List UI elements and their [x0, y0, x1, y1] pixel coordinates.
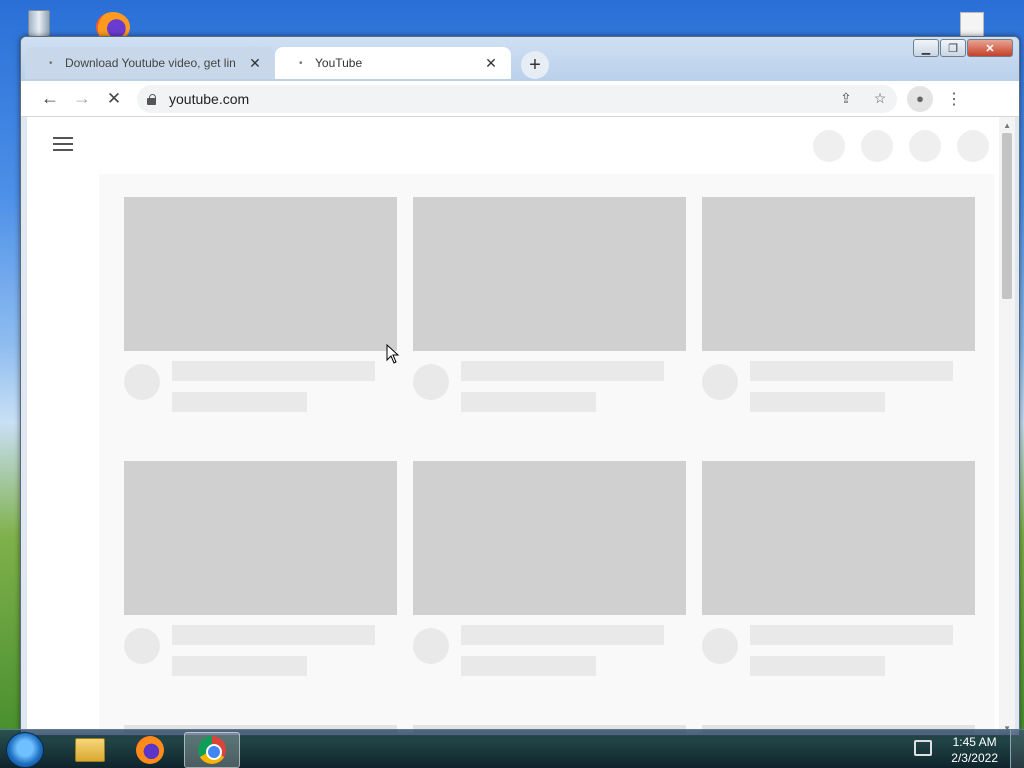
avatar-placeholder: [413, 628, 449, 664]
scroll-up-icon[interactable]: ▲: [1003, 121, 1011, 130]
show-desktop-button[interactable]: [1010, 730, 1024, 768]
system-clock[interactable]: 1:45 AM 2/3/2022: [951, 734, 998, 766]
title-placeholder: [750, 361, 953, 381]
title-placeholder: [172, 625, 375, 645]
clock-date: 2/3/2022: [951, 751, 998, 765]
thumbnail-placeholder: [413, 461, 686, 615]
tab-label: YouTube: [315, 56, 363, 70]
hamburger-menu-icon[interactable]: [53, 137, 73, 153]
share-icon[interactable]: ⇪: [835, 88, 857, 110]
new-tab-button[interactable]: +: [521, 51, 549, 79]
video-card-skeleton: [702, 461, 975, 685]
scrollbar-thumb[interactable]: [1002, 133, 1012, 299]
thumbnail-placeholder: [702, 461, 975, 615]
back-button[interactable]: ←: [35, 84, 65, 114]
network-icon[interactable]: [914, 740, 932, 756]
loading-dot-icon: •: [49, 57, 53, 69]
video-card-skeleton: [413, 197, 686, 421]
video-card-skeleton: [413, 461, 686, 685]
placeholder-circle: [861, 130, 893, 162]
arrow-right-icon: →: [73, 88, 91, 108]
close-icon[interactable]: ✕: [483, 55, 499, 72]
title-placeholder: [461, 625, 664, 645]
restore-icon: ❐: [948, 42, 958, 55]
subtitle-placeholder: [750, 392, 885, 412]
firefox-icon: [136, 736, 164, 764]
star-icon[interactable]: ☆: [869, 88, 891, 110]
video-grid-skeleton: [99, 174, 995, 735]
vertical-scrollbar[interactable]: ▲ ▼: [999, 117, 1015, 735]
title-placeholder: [461, 361, 664, 381]
thumbnail-placeholder: [702, 197, 975, 351]
mouse-cursor-icon: [386, 344, 400, 364]
recycle-bin-icon[interactable]: [20, 6, 58, 40]
plus-icon: +: [529, 53, 541, 76]
close-icon: ✕: [106, 88, 122, 108]
thumbnail-placeholder: [124, 197, 397, 351]
subtitle-placeholder: [750, 656, 885, 676]
window-controls: ▁ ❐ ✕: [913, 39, 1013, 57]
avatar-placeholder: [124, 628, 160, 664]
avatar-placeholder: [124, 364, 160, 400]
loading-dot-icon: •: [299, 57, 303, 69]
tab-label: Download Youtube video, get lin: [65, 56, 236, 70]
stop-loading-button[interactable]: ✕: [99, 84, 129, 114]
close-icon: ✕: [985, 42, 995, 55]
avatar-placeholder: [413, 364, 449, 400]
clock-time: 1:45 AM: [952, 735, 997, 749]
taskbar: 1:45 AM 2/3/2022: [0, 729, 1024, 768]
avatar-placeholder: [702, 628, 738, 664]
folder-icon: [75, 738, 105, 762]
placeholder-circle: [813, 130, 845, 162]
subtitle-placeholder: [172, 656, 307, 676]
subtitle-placeholder: [461, 392, 596, 412]
tab-youtube[interactable]: • YouTube ✕: [275, 47, 511, 79]
firefox-desktop-icon[interactable]: [94, 6, 138, 42]
placeholder-circle: [957, 130, 989, 162]
title-placeholder: [750, 625, 953, 645]
restore-button[interactable]: ❐: [940, 39, 966, 57]
browser-menu-button[interactable]: ⋮: [941, 86, 967, 112]
address-bar[interactable]: youtube.com ⇪ ☆: [137, 84, 897, 113]
browser-toolbar: ← → ✕ youtube.com ⇪ ☆ ● ⋮: [21, 81, 1019, 117]
arrow-left-icon: ←: [41, 88, 59, 108]
more-vertical-icon: ⋮: [946, 90, 962, 108]
taskbar-firefox-button[interactable]: [122, 732, 178, 768]
lock-icon[interactable]: [147, 93, 157, 105]
placeholder-circle: [909, 130, 941, 162]
tab-download-youtube[interactable]: • Download Youtube video, get lin ✕: [25, 47, 275, 79]
thumbnail-placeholder: [413, 197, 686, 351]
forward-button[interactable]: →: [67, 84, 97, 114]
address-text[interactable]: youtube.com: [169, 91, 249, 107]
thumbnail-placeholder: [124, 461, 397, 615]
close-icon[interactable]: ✕: [247, 55, 263, 72]
titlebar[interactable]: • Download Youtube video, get lin ✕ • Yo…: [21, 37, 1019, 81]
video-card-skeleton: [702, 197, 975, 421]
video-card-skeleton: [124, 197, 397, 421]
video-card-skeleton: [124, 461, 397, 685]
chrome-icon: [198, 736, 226, 764]
start-button[interactable]: [6, 732, 44, 768]
taskbar-explorer-button[interactable]: [62, 732, 118, 768]
web-page: ▲ ▼: [27, 117, 1015, 735]
profile-button[interactable]: ●: [907, 85, 933, 112]
subtitle-placeholder: [172, 392, 307, 412]
avatar-placeholder: [702, 364, 738, 400]
minimize-button[interactable]: ▁: [913, 39, 939, 57]
browser-window: • Download Youtube video, get lin ✕ • Yo…: [20, 36, 1020, 736]
header-placeholder-icons: [813, 130, 989, 162]
taskbar-chrome-button[interactable]: [184, 732, 240, 768]
person-icon: ●: [916, 91, 924, 106]
close-window-button[interactable]: ✕: [967, 39, 1013, 57]
subtitle-placeholder: [461, 656, 596, 676]
title-placeholder: [172, 361, 375, 381]
minimize-icon: ▁: [921, 42, 931, 55]
